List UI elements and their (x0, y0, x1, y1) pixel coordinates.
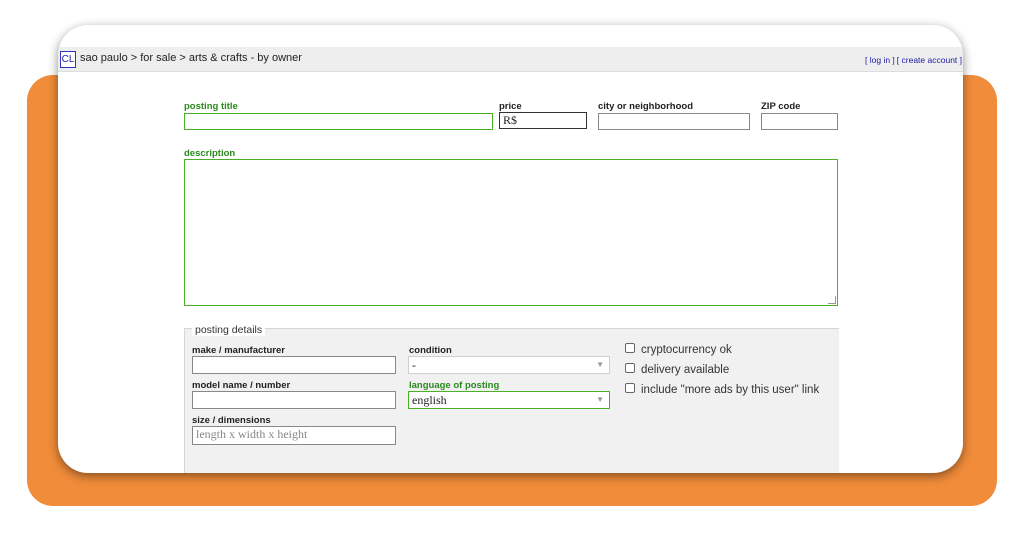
size-placeholder: length x width x height (196, 427, 308, 441)
city-input[interactable] (598, 113, 750, 130)
description-label: description (184, 148, 236, 159)
city-label: city or neighborhood (598, 101, 693, 112)
crypto-checkbox[interactable] (625, 343, 635, 353)
posting-title-label: posting title (184, 101, 238, 112)
price-label: price (499, 101, 522, 112)
breadcrumb[interactable]: sao paulo > for sale > arts & crafts - b… (80, 52, 302, 64)
description-textarea[interactable] (184, 159, 838, 306)
size-label: size / dimensions (192, 415, 271, 426)
craigslist-logo[interactable]: CL (60, 51, 76, 68)
zip-input[interactable] (761, 113, 838, 130)
login-link[interactable]: [ log in ] (865, 55, 895, 65)
make-input[interactable] (192, 356, 396, 374)
model-input[interactable] (192, 391, 396, 409)
chevron-down-icon: ▼ (596, 360, 604, 369)
language-value: english (412, 393, 447, 407)
crypto-label: cryptocurrency ok (641, 344, 732, 356)
more-ads-label: include "more ads by this user" link (641, 384, 820, 396)
posting-title-input[interactable] (184, 113, 493, 130)
condition-label: condition (409, 345, 452, 356)
create-account-link[interactable]: [ create account ] (897, 55, 962, 65)
make-label: make / manufacturer (192, 345, 285, 356)
price-input[interactable]: R$ (499, 112, 587, 129)
header-bar: CL sao paulo > for sale > arts & crafts … (58, 47, 963, 72)
condition-select[interactable]: - ▼ (408, 356, 610, 374)
more-ads-checkbox-row[interactable]: include "more ads by this user" link (625, 383, 819, 396)
model-label: model name / number (192, 380, 291, 391)
language-select[interactable]: english ▼ (408, 391, 610, 409)
delivery-checkbox[interactable] (625, 363, 635, 373)
account-links: [ log in ][ create account ] (864, 55, 963, 65)
language-label: language of posting (409, 380, 500, 391)
browser-screen: CL sao paulo > for sale > arts & crafts … (58, 25, 963, 473)
delivery-checkbox-row[interactable]: delivery available (625, 363, 729, 376)
chevron-down-icon: ▼ (596, 395, 604, 404)
zip-label: ZIP code (761, 101, 801, 112)
delivery-label: delivery available (641, 364, 730, 376)
size-input[interactable]: length x width x height (192, 426, 396, 445)
condition-value: - (412, 358, 416, 372)
crypto-checkbox-row[interactable]: cryptocurrency ok (625, 343, 732, 356)
posting-details-legend: posting details (192, 324, 266, 336)
more-ads-checkbox[interactable] (625, 383, 635, 393)
resize-handle[interactable] (828, 296, 836, 304)
